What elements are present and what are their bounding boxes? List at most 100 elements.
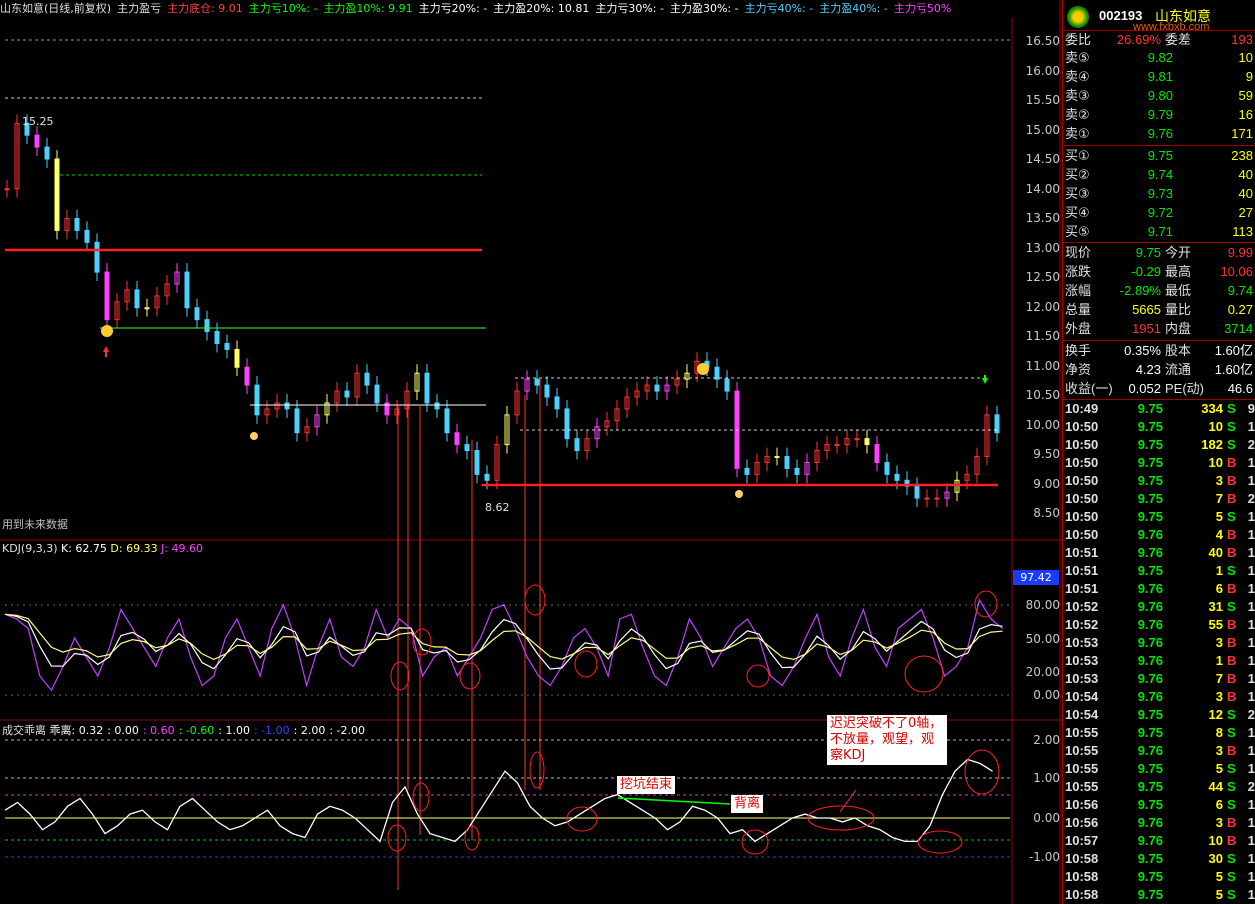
tick-count: 1 <box>1247 671 1255 686</box>
tick-volume: 5 <box>1215 509 1223 524</box>
tick-time: 10:56 <box>1065 797 1099 812</box>
stat-label: 流通 <box>1165 362 1192 377</box>
tick-volume: 334 <box>1201 401 1223 416</box>
deviation-line <box>4 758 993 843</box>
tick-row: 10:50 9.75 182 S 2 <box>1063 436 1255 454</box>
tick-side: B <box>1227 617 1237 632</box>
tick-count: 1 <box>1247 563 1255 578</box>
vol-value-5: : -1.00 <box>253 724 290 737</box>
stat-label: 净资 <box>1065 362 1092 377</box>
vol-title-bar: 成交乖离 乖离: 0.32: 0.00: 0.60: -0.60: 1.00: … <box>2 722 369 738</box>
hand-icon <box>735 490 743 498</box>
stat-label: 总量 <box>1065 302 1092 317</box>
vol-value-3: : -0.60 <box>178 724 215 737</box>
tick-time: 10:50 <box>1065 473 1099 488</box>
tick-count: 9 <box>1247 401 1255 416</box>
price-tick: 10.00 <box>1025 417 1060 432</box>
tick-count: 1 <box>1247 887 1255 902</box>
tick-row: 10:50 9.75 3 B 1 <box>1063 472 1255 490</box>
ask-label: 卖① <box>1065 126 1090 141</box>
price-tick: 13.50 <box>1025 211 1060 225</box>
candle-body <box>544 384 550 398</box>
bid-price: 9.73 <box>1147 186 1173 201</box>
kdj-title-bar: KDJ(9,3,3) K: 62.75 D: 69.33 J: 49.60 <box>2 542 203 555</box>
candle-body <box>834 444 840 447</box>
tick-price: 9.75 <box>1137 437 1163 452</box>
tick-row: 10:52 9.76 55 B 1 <box>1063 616 1255 634</box>
candle-body <box>464 444 470 452</box>
hand-icon <box>250 432 258 440</box>
kdj-line <box>4 598 1003 692</box>
tick-volume: 3 <box>1215 473 1223 488</box>
tick-count: 1 <box>1247 689 1255 704</box>
candle-body <box>94 241 100 273</box>
tick-row: 10:53 9.76 7 B 1 <box>1063 670 1255 688</box>
tick-time: 10:51 <box>1065 545 1099 560</box>
stat-value: 10.06 <box>1220 264 1253 279</box>
stat-row: 现价 9.75 今开 9.99 <box>1063 244 1255 262</box>
tick-row: 10:52 9.76 31 S 1 <box>1063 598 1255 616</box>
tick-time: 10:50 <box>1065 437 1099 452</box>
bid-row: 买③ 9.73 40 <box>1063 185 1255 203</box>
candle-body <box>254 384 260 416</box>
quote-header: 002193 山东如意 www.fxbxb.com <box>1063 4 1255 33</box>
stat-label: 涨跌 <box>1065 264 1092 279</box>
bid-volume: 40 <box>1238 186 1253 201</box>
price-tick: 14.50 <box>1025 152 1060 166</box>
bid-label: 买③ <box>1065 186 1090 201</box>
tick-side: B <box>1227 635 1237 650</box>
kdj-current-tag: 97.42 <box>1013 570 1059 585</box>
stat-row: 外盘 1951 内盘 3714 <box>1063 320 1255 338</box>
ask-price: 9.79 <box>1147 107 1173 122</box>
stat-label: 外盘 <box>1065 321 1092 336</box>
price-tick: 12.50 <box>1025 270 1060 284</box>
stat-row: 涨幅 -2.89% 最低 9.74 <box>1063 282 1255 300</box>
tick-row: 10:50 9.75 10 B 1 <box>1063 454 1255 472</box>
ask-volume: 9 <box>1245 69 1253 84</box>
candle-body <box>784 456 790 469</box>
kdj-j: J: 49.60 <box>161 542 204 555</box>
note-dig-end: 挖坑结束 <box>617 776 676 794</box>
bid-row: 买① 9.75 238 <box>1063 147 1255 165</box>
candle-body <box>434 402 440 410</box>
tick-row: 10:55 9.76 3 B 1 <box>1063 742 1255 760</box>
tick-row: 10:57 9.76 10 B 1 <box>1063 832 1255 850</box>
price-tick: 12.00 <box>1025 299 1060 314</box>
tick-count: 2 <box>1247 437 1255 452</box>
tick-row: 10:58 9.75 5 S 1 <box>1063 868 1255 886</box>
tick-count: 2 <box>1247 779 1255 794</box>
tick-volume: 30 <box>1208 851 1223 866</box>
ask-label: 卖④ <box>1065 69 1090 84</box>
bid-price: 9.74 <box>1147 167 1173 182</box>
price-tick: 14.00 <box>1025 181 1060 196</box>
ask-row: 卖② 9.79 16 <box>1063 106 1255 124</box>
divider <box>1063 145 1255 146</box>
ask-price: 9.81 <box>1147 69 1173 84</box>
tick-time: 10:55 <box>1065 761 1099 776</box>
stat-label: 换手 <box>1065 343 1092 358</box>
down-arrow-icon <box>982 375 988 384</box>
tick-time: 10:49 <box>1065 401 1099 416</box>
candle-body <box>924 497 930 500</box>
tick-side: B <box>1227 491 1237 506</box>
tick-side: S <box>1227 599 1236 614</box>
candle-body <box>884 461 890 475</box>
candle-body <box>44 146 50 160</box>
weibi-label: 委比 <box>1065 32 1092 47</box>
bid-row: 买④ 9.72 27 <box>1063 204 1255 222</box>
vol-tick: 2.00 <box>1033 733 1060 747</box>
tick-count: 1 <box>1247 599 1255 614</box>
tick-side: S <box>1227 869 1236 884</box>
tick-volume: 31 <box>1208 599 1223 614</box>
price-tick: 15.00 <box>1025 122 1060 137</box>
tick-volume: 182 <box>1201 437 1223 452</box>
tick-volume: 10 <box>1208 455 1223 470</box>
tick-volume: 40 <box>1208 545 1223 560</box>
tick-time: 10:58 <box>1065 869 1099 884</box>
bid-row: 买⑤ 9.71 113 <box>1063 223 1255 241</box>
tick-row: 10:53 9.76 1 B 1 <box>1063 652 1255 670</box>
stat-label: 涨幅 <box>1065 283 1092 298</box>
low-price-label: 8.62 <box>485 501 510 514</box>
candle-body <box>724 378 730 392</box>
tick-volume: 55 <box>1208 617 1223 632</box>
